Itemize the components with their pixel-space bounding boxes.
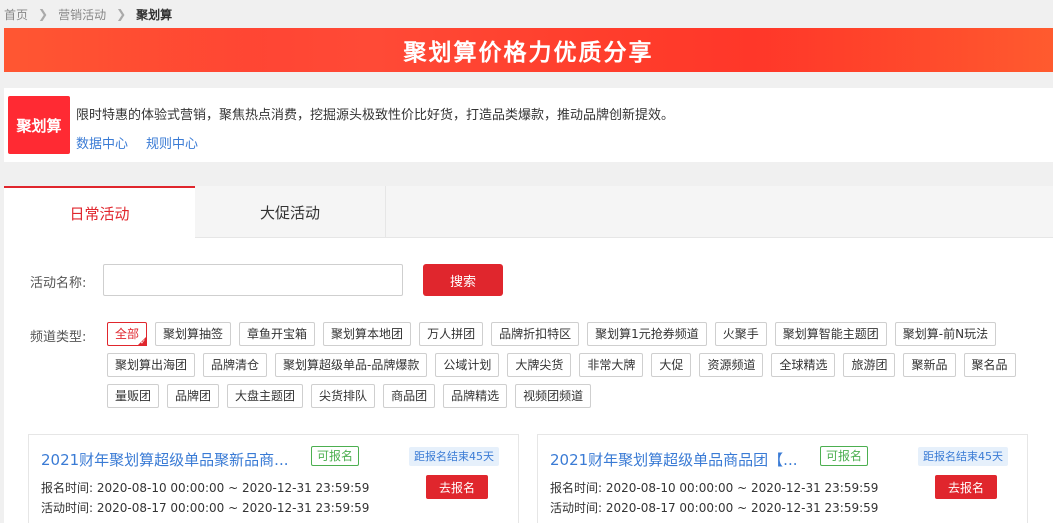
- activity-card: 2021财年聚划算超级单品聚新品商... 可报名 距报名结束45天 报名时间: …: [28, 434, 519, 523]
- activity-card: 2021财年聚划算超级单品商品团【... 可报名 距报名结束45天 报名时间: …: [537, 434, 1028, 523]
- channel-tag[interactable]: 品牌清仓: [203, 353, 268, 377]
- hero-banner: 聚划算价格力优质分享: [4, 28, 1053, 72]
- checkmark-icon: ✓: [140, 338, 147, 346]
- countdown-badge: 距报名结束45天: [409, 447, 499, 466]
- channel-tag[interactable]: 非常大牌: [579, 353, 644, 377]
- channel-tag[interactable]: 聚划算1元抢券频道: [587, 322, 707, 346]
- channel-tag[interactable]: 品牌团: [167, 384, 220, 408]
- channel-type-label: 频道类型:: [30, 330, 87, 345]
- activity-title-link[interactable]: 2021财年聚划算超级单品聚新品商...: [41, 449, 299, 470]
- channel-tag[interactable]: 万人拼团: [419, 322, 484, 346]
- channel-tag[interactable]: 视频团频道: [515, 384, 592, 408]
- channel-tag[interactable]: 聚名品: [963, 353, 1016, 377]
- channel-tag[interactable]: 聚划算-前N玩法: [894, 322, 997, 346]
- data-center-link[interactable]: 数据中心: [76, 133, 128, 152]
- channel-tag[interactable]: 资源频道: [699, 353, 764, 377]
- search-button[interactable]: 搜索: [423, 264, 503, 296]
- channel-tag[interactable]: 聚划算抽签: [155, 322, 232, 346]
- juhuasuan-logo: 聚划算: [8, 96, 70, 154]
- activity-title-link[interactable]: 2021财年聚划算超级单品商品团【...: [550, 449, 808, 470]
- channel-tag[interactable]: 聚新品: [903, 353, 956, 377]
- channel-tag[interactable]: 商品团: [383, 384, 436, 408]
- channel-tag[interactable]: 聚划算超级单品-品牌爆款: [275, 353, 428, 377]
- activity-name-label: 活动名称:: [30, 276, 87, 291]
- channel-tag[interactable]: 章鱼开宝箱: [239, 322, 316, 346]
- channel-tag-all[interactable]: 全部 ✓: [107, 322, 148, 346]
- activity-name-input[interactable]: [103, 264, 403, 296]
- tab-daily-activities[interactable]: 日常活动: [4, 186, 195, 239]
- channel-tag[interactable]: 旅游团: [843, 353, 896, 377]
- activity-time: 活动时间: 2020-08-17 00:00:00 ~ 2020-12-31 2…: [41, 501, 370, 515]
- chevron-right-icon: ❯: [116, 7, 127, 21]
- banner-title: 聚划算价格力优质分享: [403, 40, 654, 66]
- channel-tag[interactable]: 公域计划: [435, 353, 500, 377]
- channel-tag-list: 全部 ✓ 聚划算抽签 章鱼开宝箱 聚划算本地团 万人拼团 品牌折扣特区 聚划算1元…: [107, 322, 1027, 408]
- channel-tag[interactable]: 量贩团: [107, 384, 160, 408]
- channel-tag[interactable]: 聚划算本地团: [323, 322, 412, 346]
- status-badge: 可报名: [820, 446, 869, 466]
- signup-time: 报名时间: 2020-08-10 00:00:00 ~ 2020-12-31 2…: [550, 481, 879, 495]
- channel-tag[interactable]: 大盘主题团: [227, 384, 304, 408]
- channel-tag[interactable]: 尖货排队: [311, 384, 376, 408]
- countdown-badge: 距报名结束45天: [918, 447, 1008, 466]
- channel-tag[interactable]: 全球精选: [771, 353, 836, 377]
- chevron-right-icon: ❯: [38, 7, 49, 21]
- channel-tag-label: 全部: [115, 327, 140, 341]
- activity-time: 活动时间: 2020-08-17 00:00:00 ~ 2020-12-31 2…: [550, 501, 879, 515]
- breadcrumb-home[interactable]: 首页: [4, 6, 28, 23]
- channel-tag[interactable]: 大促: [651, 353, 692, 377]
- breadcrumb: 首页 ❯ 营销活动 ❯ 聚划算: [0, 0, 1053, 28]
- signup-time: 报名时间: 2020-08-10 00:00:00 ~ 2020-12-31 2…: [41, 481, 370, 495]
- signup-button[interactable]: 去报名: [426, 475, 488, 499]
- rules-center-link[interactable]: 规则中心: [146, 133, 198, 152]
- activity-panel: 日常活动 大促活动 活动名称: 搜索 频道类型: 全部 ✓ 聚划算抽签 章鱼开宝箱…: [4, 186, 1053, 523]
- breadcrumb-marketing[interactable]: 营销活动: [58, 6, 106, 23]
- intro-description: 限时特惠的体验式营销，聚焦热点消费，挖掘源头极致性价比好货，打造品类爆款，推动品…: [76, 108, 675, 123]
- activity-tabs: 日常活动 大促活动: [4, 186, 1053, 239]
- intro-links: 数据中心 规则中心: [76, 133, 198, 152]
- channel-tag[interactable]: 大牌尖货: [507, 353, 572, 377]
- channel-tag[interactable]: 品牌精选: [443, 384, 508, 408]
- signup-button[interactable]: 去报名: [935, 475, 997, 499]
- channel-tag[interactable]: 火聚手: [714, 322, 767, 346]
- breadcrumb-current: 聚划算: [136, 7, 173, 22]
- tab-promotion-activities[interactable]: 大促活动: [195, 186, 386, 238]
- channel-intro: 聚划算 限时特惠的体验式营销，聚焦热点消费，挖掘源头极致性价比好货，打造品类爆款…: [4, 88, 1053, 162]
- channel-tag[interactable]: 聚划算出海团: [107, 353, 196, 377]
- status-badge: 可报名: [311, 446, 360, 466]
- channel-tag[interactable]: 品牌折扣特区: [491, 322, 580, 346]
- channel-tag[interactable]: 聚划算智能主题团: [774, 322, 887, 346]
